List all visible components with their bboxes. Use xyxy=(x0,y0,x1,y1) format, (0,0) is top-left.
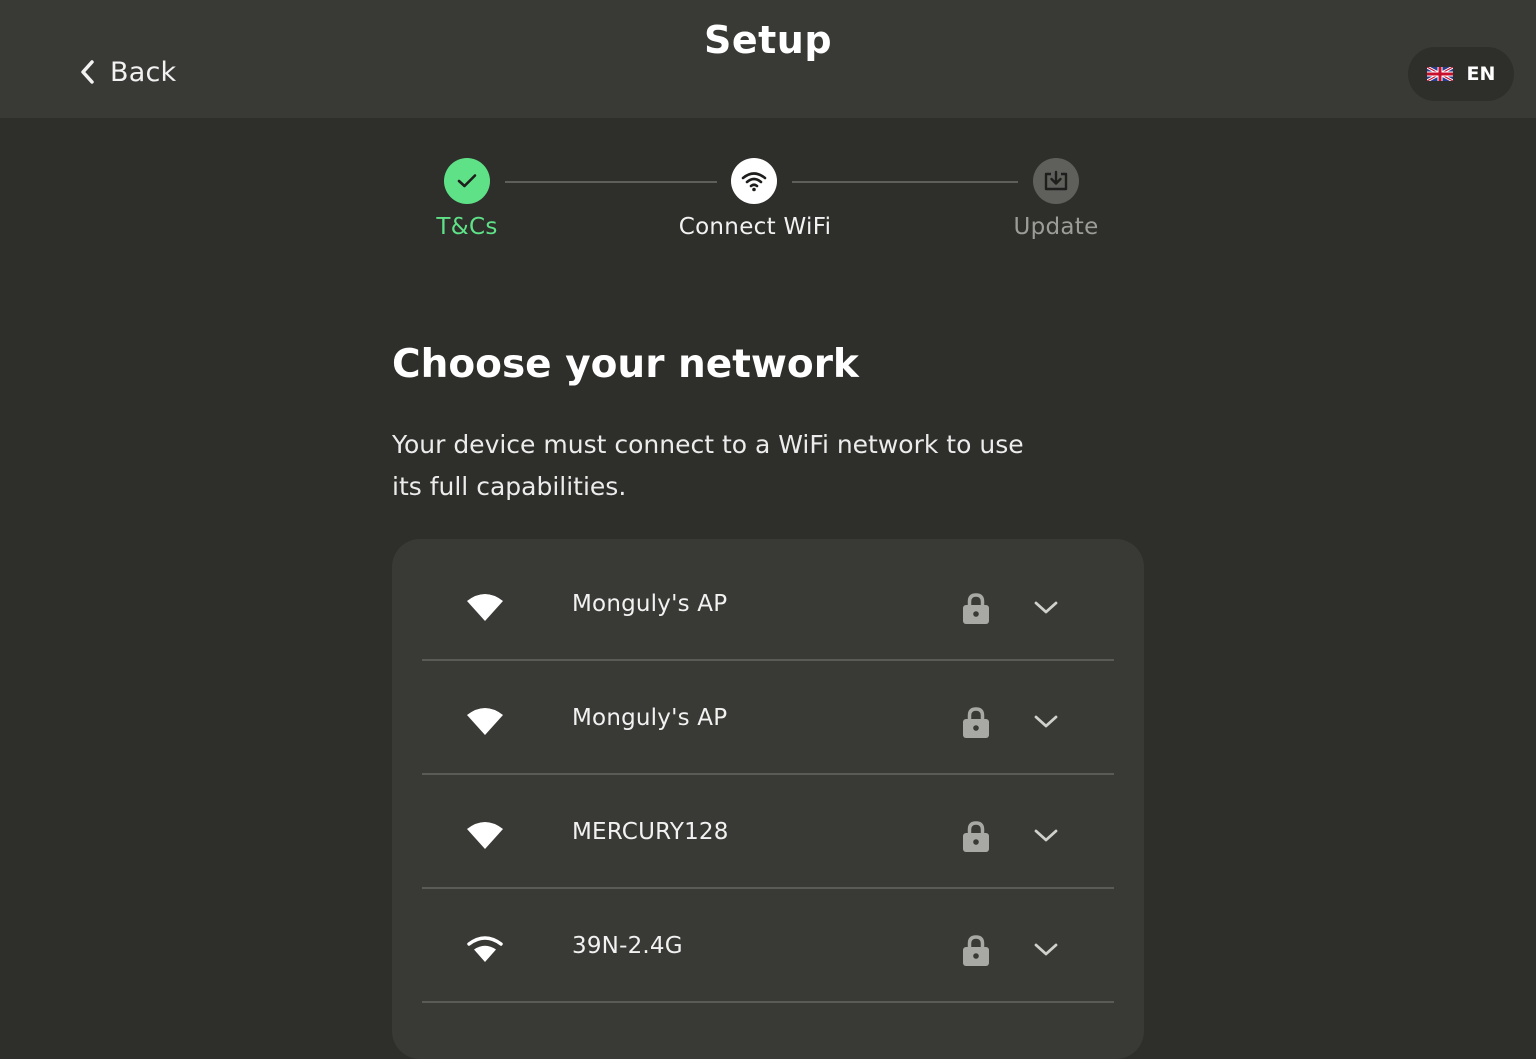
network-row[interactable]: Monguly's AP xyxy=(422,545,1114,661)
step-connector xyxy=(792,181,1018,183)
chevron-down-icon[interactable] xyxy=(1034,715,1058,729)
top-bar: Back Setup EN xyxy=(0,0,1536,118)
network-ssid: Monguly's AP xyxy=(572,705,728,731)
download-icon xyxy=(1043,170,1069,192)
network-row[interactable]: 39N-2.4G xyxy=(422,887,1114,1003)
page-title: Setup xyxy=(703,18,833,62)
wifi-icon xyxy=(741,170,767,192)
network-ssid: Monguly's AP xyxy=(572,591,728,617)
lock-icon xyxy=(962,820,990,852)
step-wifi-label: Connect WiFi xyxy=(678,214,832,240)
check-icon xyxy=(456,172,478,190)
chevron-down-icon[interactable] xyxy=(1034,601,1058,615)
lock-icon xyxy=(962,934,990,966)
chevron-down-icon[interactable] xyxy=(1034,829,1058,843)
uk-flag-icon xyxy=(1426,67,1453,81)
section-heading: Choose your network xyxy=(392,342,859,387)
lock-icon xyxy=(962,706,990,738)
step-update-indicator xyxy=(1033,158,1079,204)
step-update-label: Update xyxy=(1013,214,1099,240)
step-tcs-indicator xyxy=(444,158,490,204)
network-ssid: 39N-2.4G xyxy=(572,933,683,959)
wifi-signal-full-icon xyxy=(466,593,504,621)
step-connector xyxy=(505,181,717,183)
chevron-down-icon[interactable] xyxy=(1034,943,1058,957)
network-row[interactable]: Monguly's AP xyxy=(422,659,1114,775)
language-selector[interactable]: EN xyxy=(1408,47,1514,101)
section-description: Your device must connect to a WiFi netwo… xyxy=(392,430,1024,501)
network-ssid: MERCURY128 xyxy=(572,819,729,845)
wifi-signal-full-icon xyxy=(466,821,504,849)
network-list: Monguly's AP Monguly's AP MERCURY128 39N… xyxy=(392,539,1144,1059)
network-row[interactable]: MERCURY128 xyxy=(422,773,1114,889)
chevron-left-icon xyxy=(78,59,96,85)
language-code: EN xyxy=(1466,63,1496,85)
lock-icon xyxy=(962,592,990,624)
step-wifi-indicator xyxy=(731,158,777,204)
wifi-signal-full-icon xyxy=(466,707,504,735)
step-tcs-label: T&Cs xyxy=(436,214,498,240)
wifi-signal-medium-icon xyxy=(466,935,504,963)
